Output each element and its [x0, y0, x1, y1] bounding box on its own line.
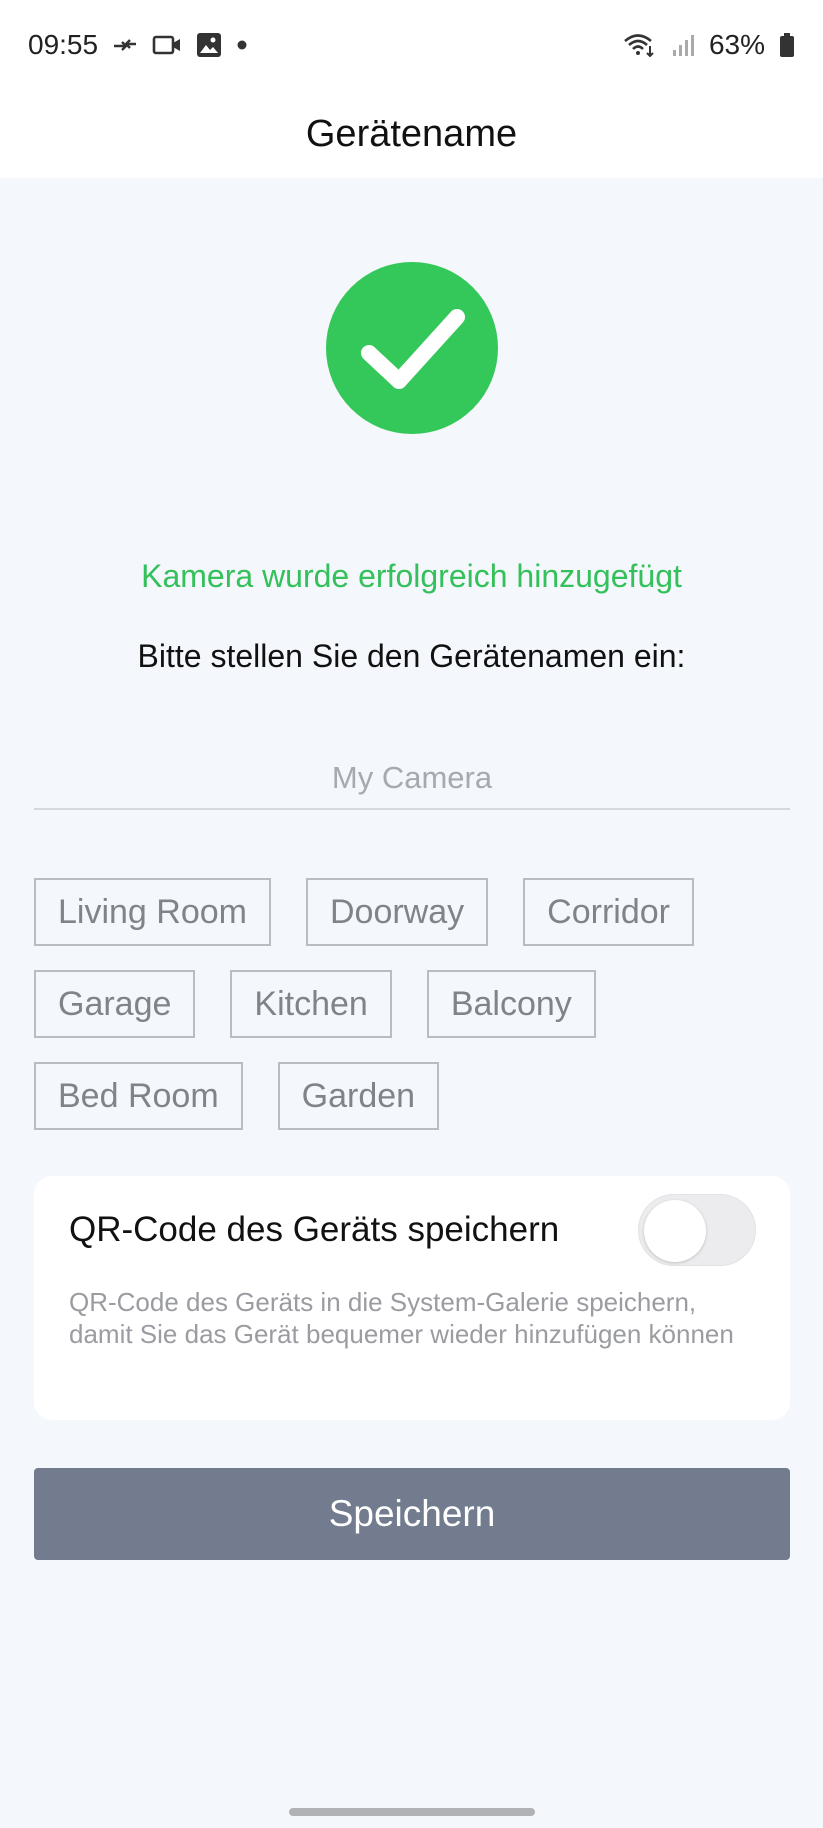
- success-check-icon: [326, 262, 498, 434]
- device-name-input[interactable]: [34, 748, 790, 810]
- qr-save-title: QR-Code des Geräts speichern: [69, 1210, 560, 1249]
- home-indicator[interactable]: [289, 1808, 535, 1816]
- page-header: Gerätename: [0, 90, 823, 178]
- suggestion-doorway[interactable]: Doorway: [305, 878, 489, 946]
- qr-save-card: QR-Code des Geräts speichern QR-Code des…: [34, 1176, 790, 1420]
- dot-icon: [236, 39, 248, 51]
- suggestion-corridor[interactable]: Corridor: [523, 878, 694, 946]
- name-prompt: Bitte stellen Sie den Gerätenamen ein:: [137, 638, 686, 674]
- status-right: 63%: [623, 29, 795, 61]
- suggestion-row: Bed Room Garden: [34, 1062, 794, 1130]
- save-button[interactable]: Speichern: [34, 1468, 790, 1560]
- suggestion-bed-room[interactable]: Bed Room: [34, 1062, 243, 1130]
- page-title: Gerätename: [305, 112, 518, 155]
- toggle-knob: [644, 1200, 706, 1262]
- status-bar: 09:55 63%: [0, 0, 823, 90]
- suggestion-row: Garage Kitchen Balcony: [34, 970, 794, 1038]
- signal-icon: [671, 33, 695, 57]
- suggestion-garage[interactable]: Garage: [34, 970, 196, 1038]
- main-content: Kamera wurde erfolgreich hinzugefügt Bit…: [0, 178, 823, 1828]
- name-suggestions: Living Room Doorway Corridor Garage Kitc…: [34, 878, 794, 1154]
- status-left: 09:55: [28, 29, 248, 61]
- wifi-icon: [623, 32, 657, 58]
- call-transfer-icon: [112, 34, 138, 56]
- success-message: Kamera wurde erfolgreich hinzugefügt: [141, 558, 682, 594]
- suggestion-balcony[interactable]: Balcony: [426, 970, 596, 1038]
- qr-save-description: QR-Code des Geräts in die System-Galerie…: [69, 1287, 734, 1349]
- suggestion-row: Living Room Doorway Corridor: [34, 878, 794, 946]
- suggestion-kitchen[interactable]: Kitchen: [230, 970, 392, 1038]
- status-time: 09:55: [28, 29, 99, 60]
- image-icon: [196, 32, 222, 58]
- suggestion-living-room[interactable]: Living Room: [34, 878, 271, 946]
- video-icon: [152, 34, 182, 56]
- battery-percent: 63%: [708, 29, 765, 60]
- qr-save-toggle[interactable]: [638, 1194, 756, 1266]
- battery-icon: [779, 32, 795, 58]
- suggestion-garden[interactable]: Garden: [277, 1062, 440, 1130]
